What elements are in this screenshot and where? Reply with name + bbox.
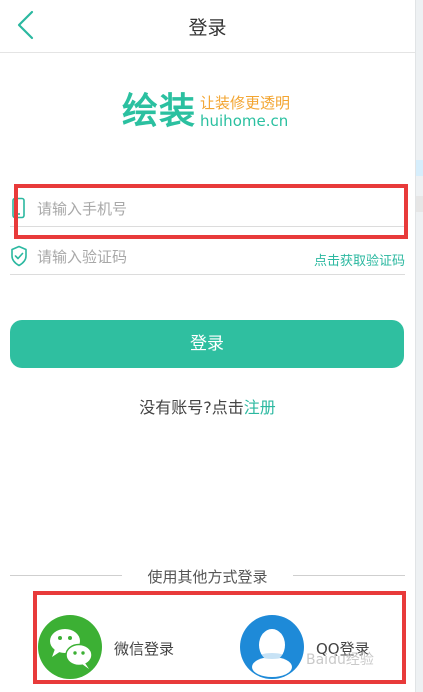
edge-marker <box>416 196 423 212</box>
register-link[interactable]: 注册 <box>244 398 276 417</box>
login-button[interactable]: 登录 <box>10 320 404 368</box>
edge-marker <box>416 160 423 176</box>
code-field: 点击获取验证码 <box>10 240 405 275</box>
page-title: 登录 <box>188 17 227 39</box>
register-prompt-text: 没有账号?点击 <box>139 398 244 417</box>
register-prompt: 没有账号?点击注册 <box>0 394 415 418</box>
phone-screen: 登录 绘装 让装修更透明 huihome.cn 点击获取验证码 登录 没有账号?… <box>0 0 415 692</box>
highlight-box-social <box>33 591 406 684</box>
code-input[interactable] <box>37 244 297 270</box>
shield-check-icon <box>11 245 27 267</box>
right-edge-strip <box>415 0 423 692</box>
logo-slogan: 让装修更透明 <box>200 94 291 112</box>
other-login-label: 使用其他方式登录 <box>147 568 268 586</box>
brand-logo: 绘装 让装修更透明 huihome.cn <box>122 92 297 142</box>
logo-domain: huihome.cn <box>200 112 289 130</box>
header: 登录 <box>0 0 415 53</box>
highlight-box-phone <box>14 184 408 239</box>
get-code-link[interactable]: 点击获取验证码 <box>314 250 405 269</box>
logo-name: 绘装 <box>122 91 197 132</box>
